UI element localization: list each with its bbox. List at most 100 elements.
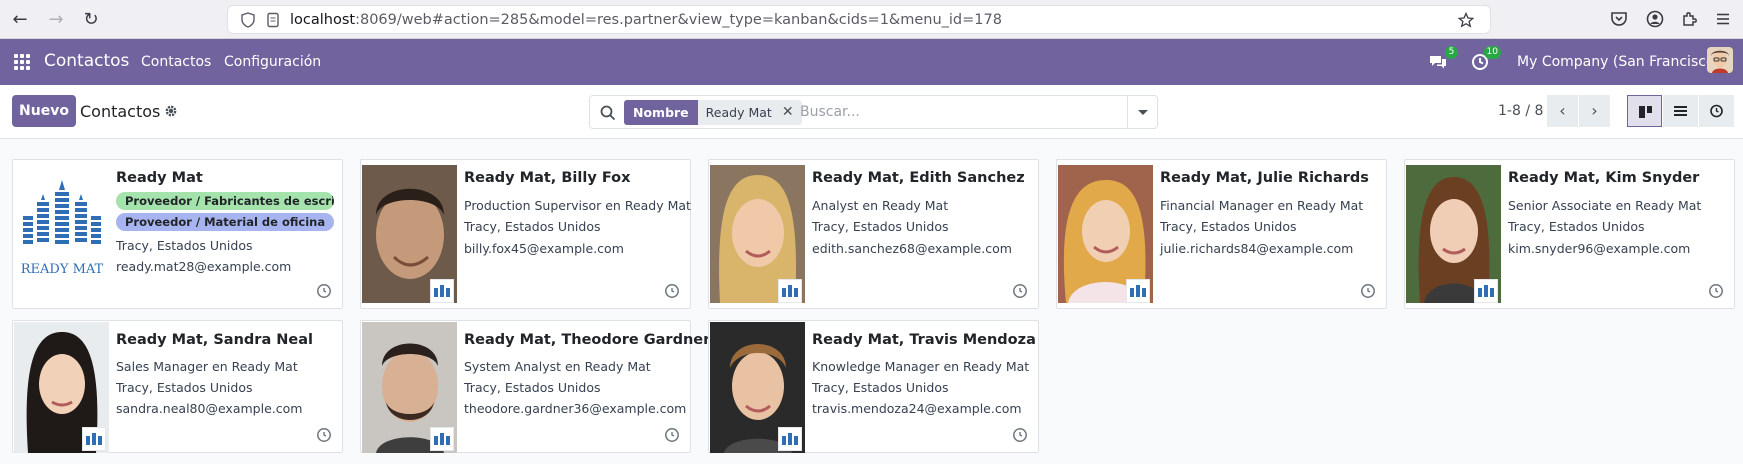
company-switcher[interactable]: My Company (San Francisco) xyxy=(1517,54,1720,70)
search-facet: Nombre Ready Mat ✕ xyxy=(624,100,802,125)
card-title: Ready Mat, Theodore Gardner xyxy=(464,332,711,348)
card-title: Ready Mat, Kim Snyder xyxy=(1508,170,1700,186)
search-icon xyxy=(600,105,616,121)
activity-clock-icon[interactable] xyxy=(1708,283,1724,299)
pager-next-icon[interactable]: › xyxy=(1579,95,1610,127)
kanban-card[interactable]: Ready Mat, Theodore Gardner System Analy… xyxy=(360,320,710,453)
forward-icon[interactable]: → xyxy=(44,8,68,32)
menu-icon[interactable] xyxy=(1714,10,1732,28)
activity-clock-icon[interactable] xyxy=(316,283,332,299)
card-job: Knowledge Manager en Ready Mat xyxy=(812,359,1030,374)
kanban-view-button[interactable] xyxy=(1627,95,1662,127)
card-location: Tracy, Estados Unidos xyxy=(464,219,601,234)
card-job: Production Supervisor en Ready Mat xyxy=(464,198,691,213)
new-button[interactable]: Nuevo xyxy=(12,95,76,127)
kanban-card[interactable]: Ready Mat, Billy Fox Production Supervis… xyxy=(360,159,691,309)
messages-button[interactable]: 5 xyxy=(1427,46,1458,73)
card-email: theodore.gardner36@example.com xyxy=(464,401,687,416)
card-title: Ready Mat, Travis Mendoza xyxy=(812,332,1036,348)
kanban-card[interactable]: Ready Mat, Kim Snyder Senior Associate e… xyxy=(1404,159,1735,309)
bookmark-star-icon[interactable] xyxy=(1458,12,1474,28)
card-title: Ready Mat, Julie Richards xyxy=(1160,170,1369,186)
company-logo-text: READY MAT xyxy=(21,262,104,277)
activity-clock-icon[interactable] xyxy=(664,283,680,299)
card-email: edith.sanchez68@example.com xyxy=(812,241,1012,256)
search-bar[interactable]: Nombre Ready Mat ✕ Buscar... xyxy=(589,95,1158,129)
card-job: Senior Associate en Ready Mat xyxy=(1508,198,1702,213)
company-mini-logo xyxy=(1474,279,1498,303)
card-email: travis.mendoza24@example.com xyxy=(812,401,1022,416)
company-logo: READY MAT xyxy=(21,180,104,277)
card-location: Tracy, Estados Unidos xyxy=(812,380,949,395)
facet-value: Ready Mat xyxy=(705,105,772,120)
activity-clock-icon[interactable] xyxy=(1012,283,1028,299)
card-email: sandra.neal80@example.com xyxy=(116,401,303,416)
search-options-toggle[interactable] xyxy=(1127,96,1157,128)
kanban-card[interactable]: READY MAT Ready Mat Proveedor / Fabrican… xyxy=(12,159,343,309)
activity-clock-icon[interactable] xyxy=(1360,283,1376,299)
card-title: Ready Mat, Sandra Neal xyxy=(116,332,314,348)
card-location: Tracy, Estados Unidos xyxy=(116,380,253,395)
messages-badge: 5 xyxy=(1445,46,1458,59)
activity-view-button[interactable] xyxy=(1699,95,1734,127)
activities-button[interactable]: 10 xyxy=(1470,46,1501,73)
back-icon[interactable]: ← xyxy=(8,8,32,32)
kanban-card[interactable]: Ready Mat, Sandra Neal Sales Manager en … xyxy=(12,320,343,453)
extensions-icon[interactable] xyxy=(1680,10,1698,28)
company-mini-logo xyxy=(1126,279,1150,303)
apps-menu-icon[interactable] xyxy=(14,54,30,70)
card-email: kim.snyder96@example.com xyxy=(1508,241,1691,256)
kanban-card[interactable]: Ready Mat, Edith Sanchez Analyst en Read… xyxy=(708,159,1039,309)
card-title: Ready Mat, Edith Sanchez xyxy=(812,170,1025,186)
kanban-card[interactable]: Ready Mat, Travis Mendoza Knowledge Mana… xyxy=(708,320,1039,453)
card-location: Tracy, Estados Unidos xyxy=(1508,219,1645,234)
activity-clock-icon[interactable] xyxy=(1012,427,1028,443)
card-job: System Analyst en Ready Mat xyxy=(464,359,651,374)
browser-toolbar: ← → ↻ localhost:8069/web#action=285&mode… xyxy=(0,0,1743,39)
control-panel: Nuevo Contactos Nombre Ready Mat ✕ Busca… xyxy=(0,85,1743,139)
card-title: Ready Mat xyxy=(116,170,203,186)
menu-contactos[interactable]: Contactos xyxy=(141,54,211,70)
card-location: Tracy, Estados Unidos xyxy=(1160,219,1297,234)
card-email: ready.mat28@example.com xyxy=(116,259,292,274)
pager-value[interactable]: 1-8 / 8 xyxy=(1498,103,1543,119)
account-icon[interactable] xyxy=(1646,10,1664,28)
activity-clock-icon[interactable] xyxy=(664,427,680,443)
search-input[interactable]: Buscar... xyxy=(800,104,860,120)
list-icon xyxy=(1674,106,1687,116)
menu-configuracion[interactable]: Configuración xyxy=(224,54,321,70)
company-mini-logo xyxy=(778,279,802,303)
activities-badge: 10 xyxy=(1483,46,1501,59)
card-job: Sales Manager en Ready Mat xyxy=(116,359,298,374)
facet-label: Nombre xyxy=(624,100,698,125)
address-bar[interactable]: localhost:8069/web#action=285&model=res.… xyxy=(227,5,1491,34)
app-brand[interactable]: Contactos xyxy=(44,51,129,71)
card-job: Financial Manager en Ready Mat xyxy=(1160,198,1364,213)
url-text: localhost:8069/web#action=285&model=res.… xyxy=(290,12,1002,28)
pager-previous-icon[interactable]: ‹ xyxy=(1547,95,1578,127)
tag-green: Proveedor / Fabricantes de escrit... xyxy=(116,192,334,210)
pocket-icon[interactable] xyxy=(1610,10,1628,28)
kanban-card[interactable]: Ready Mat, Julie Richards Financial Mana… xyxy=(1056,159,1387,309)
tag-purple: Proveedor / Material de oficina xyxy=(116,213,335,231)
company-mini-logo xyxy=(82,427,106,451)
shield-icon xyxy=(241,12,255,28)
company-mini-logo xyxy=(778,427,802,451)
card-email: billy.fox45@example.com xyxy=(464,241,624,256)
clock-icon xyxy=(1710,104,1723,118)
card-title: Ready Mat, Billy Fox xyxy=(464,170,631,186)
breadcrumb-title: Contactos xyxy=(80,102,161,121)
main-navbar: Contactos Contactos Configuración 5 10 M… xyxy=(0,39,1743,85)
activity-clock-icon[interactable] xyxy=(316,427,332,443)
reload-icon[interactable]: ↻ xyxy=(79,8,103,32)
card-location: Tracy, Estados Unidos xyxy=(464,380,601,395)
company-mini-logo xyxy=(430,279,454,303)
user-avatar[interactable] xyxy=(1707,47,1733,73)
card-location: Tracy, Estados Unidos xyxy=(812,219,949,234)
company-mini-logo xyxy=(430,427,454,451)
facet-remove-icon[interactable]: ✕ xyxy=(782,100,794,125)
kanban-icon xyxy=(1639,106,1652,118)
page-icon xyxy=(267,12,279,28)
gear-icon[interactable] xyxy=(164,104,178,118)
list-view-button[interactable] xyxy=(1663,95,1698,127)
